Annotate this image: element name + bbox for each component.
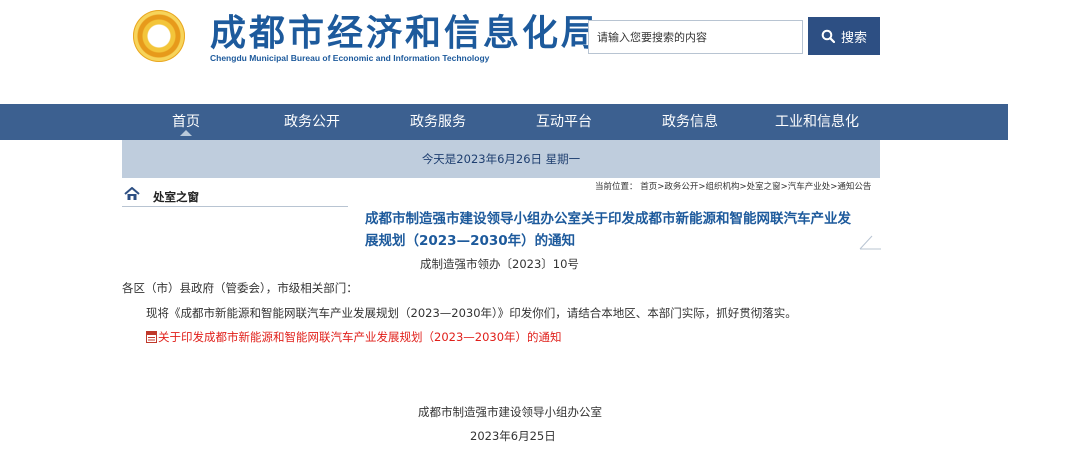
search-icon: [821, 29, 835, 43]
section-label[interactable]: 处室之窗: [153, 189, 199, 205]
nav-item-government-info[interactable]: 政务信息: [662, 104, 718, 140]
signature: 成都市制造强市建设领导小组办公室: [418, 405, 602, 419]
search-button-label: 搜索: [840, 29, 867, 45]
breadcrumb: 当前位置： 首页>政务公开>组织机构>处室之窗>汽车产业处>通知公告: [595, 182, 872, 192]
active-nav-indicator: [180, 130, 192, 136]
search-button[interactable]: 搜索: [808, 17, 880, 55]
document-number: 成制造强市领办〔2023〕10号: [420, 257, 579, 271]
attachment-link[interactable]: 关于印发成都市新能源和智能网联汽车产业发展规划（2023—2030年）的通知: [158, 329, 562, 345]
house-icon: [124, 187, 140, 200]
main-nav: 首页 政务公开 政务服务 互动平台 政务信息 工业和信息化: [0, 104, 1008, 140]
section-divider: [122, 206, 348, 207]
article-body: 现将《成都市新能源和智能网联汽车产业发展规划（2023—2030年）》印发你们，…: [146, 306, 797, 320]
article-title: 成都市制造强市建设领导小组办公室关于印发成都市新能源和智能网联汽车产业发展规划（…: [365, 211, 851, 249]
site-title[interactable]: 成都市经济和信息化局: [210, 14, 600, 54]
bureau-logo[interactable]: [133, 10, 185, 62]
nav-item-government-affairs-disclosure[interactable]: 政务公开: [284, 104, 340, 140]
nav-item-interactive-platform[interactable]: 互动平台: [536, 104, 592, 140]
salutation: 各区（市）县政府（管委会），市级相关部门：: [122, 281, 358, 295]
corner-decoration-icon: [859, 235, 881, 250]
site-subtitle: Chengdu Municipal Bureau of Economic and…: [210, 53, 490, 63]
date-bar: 今天是2023年6月26日 星期一: [122, 140, 880, 178]
nav-item-industry-it[interactable]: 工业和信息化: [775, 104, 859, 140]
nav-item-government-services[interactable]: 政务服务: [410, 104, 466, 140]
pdf-file-icon: [146, 331, 157, 343]
search-input[interactable]: [588, 20, 803, 54]
signature-date: 2023年6月25日: [470, 429, 556, 443]
